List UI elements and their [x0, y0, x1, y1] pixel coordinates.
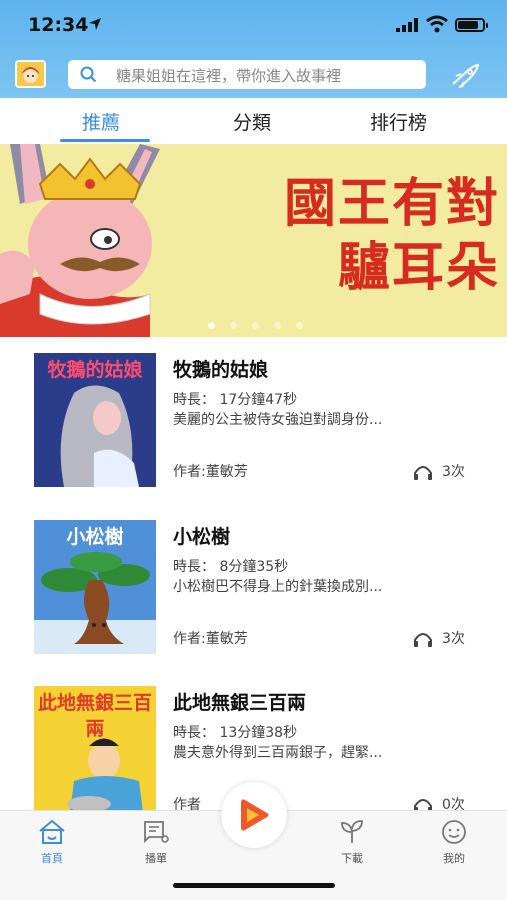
- carousel-dot[interactable]: [208, 322, 215, 329]
- story-cover: 牧鵝的姑娘: [34, 353, 156, 487]
- home-indicator: [173, 883, 335, 888]
- sprout-icon: [341, 820, 363, 843]
- rocket-icon[interactable]: [450, 62, 480, 88]
- tab-categories[interactable]: 分類: [233, 108, 271, 135]
- story-title[interactable]: 此地無銀三百兩: [173, 688, 306, 715]
- banner-carousel[interactable]: 國王有對 驢耳朵: [0, 144, 507, 337]
- tab-rankings[interactable]: 排行榜: [370, 108, 427, 135]
- story-author: 作者: [173, 797, 201, 810]
- cover-title: 此地無銀三百兩: [37, 692, 152, 740]
- story-item[interactable]: 牧鵝的姑娘 牧鵝的姑娘 時長： 17分鐘47秒 美麗的公主被侍女強迫對調身份..…: [0, 353, 507, 521]
- avatar-girl-icon: [17, 62, 44, 86]
- story-description: 農夫意外得到三百兩銀子，趕緊...: [173, 745, 383, 761]
- avatar[interactable]: [15, 60, 46, 88]
- tabbar-download-label: 下載: [341, 852, 363, 865]
- story-item[interactable]: 小松樹 小松樹 時長： 8分鐘35秒 小松樹巴不得身上的針葉換成別... 作者:…: [0, 520, 507, 688]
- carousel-dot[interactable]: [230, 322, 237, 329]
- cover-title: 小松樹: [66, 526, 124, 548]
- story-play-count: 3次: [442, 464, 465, 480]
- search-placeholder: 糖果姐姐在這裡，帶你進入故事裡: [116, 67, 342, 85]
- wifi-icon: [426, 15, 448, 33]
- story-duration: 時長： 17分鐘47秒: [173, 392, 298, 408]
- story-description: 小松樹巴不得身上的針葉換成別...: [173, 579, 383, 595]
- tabbar-playlist-label: 播單: [145, 852, 167, 865]
- story-description: 美麗的公主被侍女強迫對調身份...: [173, 412, 383, 428]
- tab-active-indicator: [60, 139, 150, 142]
- headphones-icon: [414, 466, 432, 480]
- player-button[interactable]: [221, 782, 287, 848]
- story-play-count: 0次: [442, 797, 465, 810]
- story-author: 作者:董敏芳: [173, 631, 248, 647]
- tabbar-home-label: 首頁: [41, 852, 63, 865]
- banner-title-line1: 國王有對: [283, 173, 500, 234]
- search-input[interactable]: 糖果姐姐在這裡，帶你進入故事裡: [68, 60, 426, 89]
- header: 12:34 糖果姐姐在這裡，帶你進入故事裡: [0, 0, 507, 98]
- tabbar-download[interactable]: 下載: [322, 819, 382, 866]
- story-duration: 時長： 13分鐘38秒: [173, 725, 298, 741]
- banner-title-line2: 驢耳朵: [337, 237, 500, 298]
- home-icon: [39, 819, 65, 844]
- story-cover: 小松樹: [34, 520, 156, 654]
- cover-title: 牧鵝的姑娘: [47, 359, 143, 381]
- play-icon: [241, 799, 269, 831]
- carousel-dot[interactable]: [296, 322, 303, 329]
- status-time: 12:34: [28, 14, 89, 36]
- tabbar-profile-label: 我的: [443, 852, 465, 865]
- story-title[interactable]: 牧鵝的姑娘: [173, 355, 268, 382]
- story-title[interactable]: 小松樹: [173, 522, 230, 549]
- banner-title: 國王有對 驢耳朵: [200, 172, 500, 300]
- status-bar: 12:34: [0, 0, 507, 48]
- tabbar-playlist[interactable]: 播單: [126, 819, 186, 866]
- story-cover: 此地無銀三百兩: [34, 686, 156, 810]
- story-play-count: 3次: [442, 631, 465, 647]
- face-icon: [442, 820, 466, 844]
- battery-icon: [455, 18, 488, 32]
- tabbar-home[interactable]: 首頁: [22, 819, 82, 866]
- search-icon: [80, 66, 97, 83]
- carousel-dot[interactable]: [274, 322, 281, 329]
- headphones-icon: [414, 799, 432, 810]
- story-author: 作者:董敏芳: [173, 464, 248, 480]
- tab-bar-top: 推薦 分類 排行榜: [0, 98, 507, 144]
- carousel-dot[interactable]: [252, 322, 259, 329]
- cellular-signal-icon: [396, 18, 418, 32]
- story-duration: 時長： 8分鐘35秒: [173, 559, 289, 575]
- tabbar-profile[interactable]: 我的: [424, 819, 484, 866]
- headphones-icon: [414, 633, 432, 647]
- playlist-icon: [144, 821, 169, 844]
- tab-recommend[interactable]: 推薦: [82, 108, 120, 135]
- location-arrow-icon: [89, 18, 101, 30]
